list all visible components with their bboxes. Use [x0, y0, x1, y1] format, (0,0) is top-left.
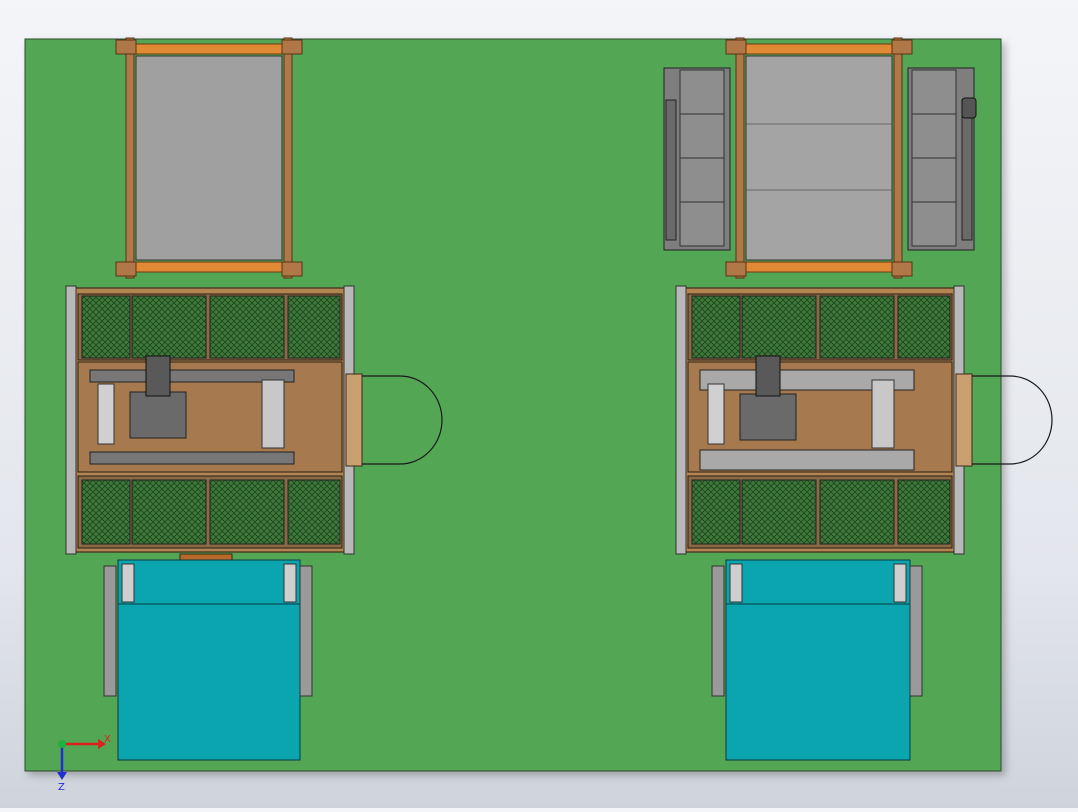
tray-rack-right[interactable] [725, 37, 913, 279]
x-axis-label: X [104, 734, 111, 745]
side-conveyor-left[interactable] [663, 67, 731, 251]
cyan-station-left[interactable] [103, 559, 313, 761]
tray-rack-left[interactable] [115, 37, 303, 279]
cad-viewport[interactable]: X Z [0, 0, 1078, 808]
z-axis-label: Z [58, 782, 65, 793]
cyan-station-right[interactable] [711, 559, 923, 761]
side-conveyor-right[interactable] [907, 67, 977, 251]
assembly-drawing[interactable]: X Z [0, 0, 1078, 808]
z-axis-arrowhead [57, 772, 67, 780]
origin-dot [58, 740, 66, 748]
